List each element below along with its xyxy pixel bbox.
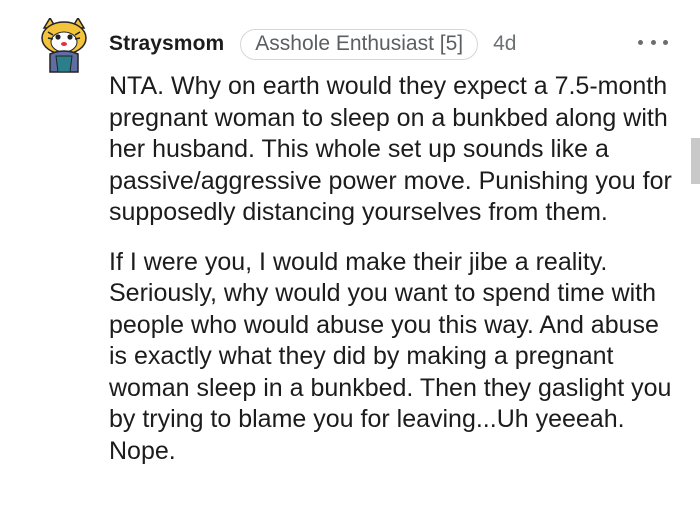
snoo-avatar-icon <box>41 16 87 73</box>
username[interactable]: Straysmom <box>109 32 224 56</box>
user-flair: Asshole Enthusiast [5] <box>240 28 479 60</box>
scrollbar-thumb[interactable] <box>691 138 700 184</box>
timestamp: 4d <box>493 32 517 55</box>
more-options-icon <box>650 39 656 45</box>
more-options-button[interactable] <box>638 30 668 54</box>
avatar[interactable] <box>36 16 92 74</box>
comment-paragraph: NTA. Why on earth would they expect a 7.… <box>109 72 672 226</box>
comment-header: Straysmom Asshole Enthusiast [5] 4d <box>109 27 516 61</box>
comment-body: NTA. Why on earth would they expect a 7.… <box>109 71 679 467</box>
comment-paragraph: If I were you, I would make their jibe a… <box>109 247 672 465</box>
more-options-icon <box>663 39 668 45</box>
more-options-icon <box>638 39 643 45</box>
